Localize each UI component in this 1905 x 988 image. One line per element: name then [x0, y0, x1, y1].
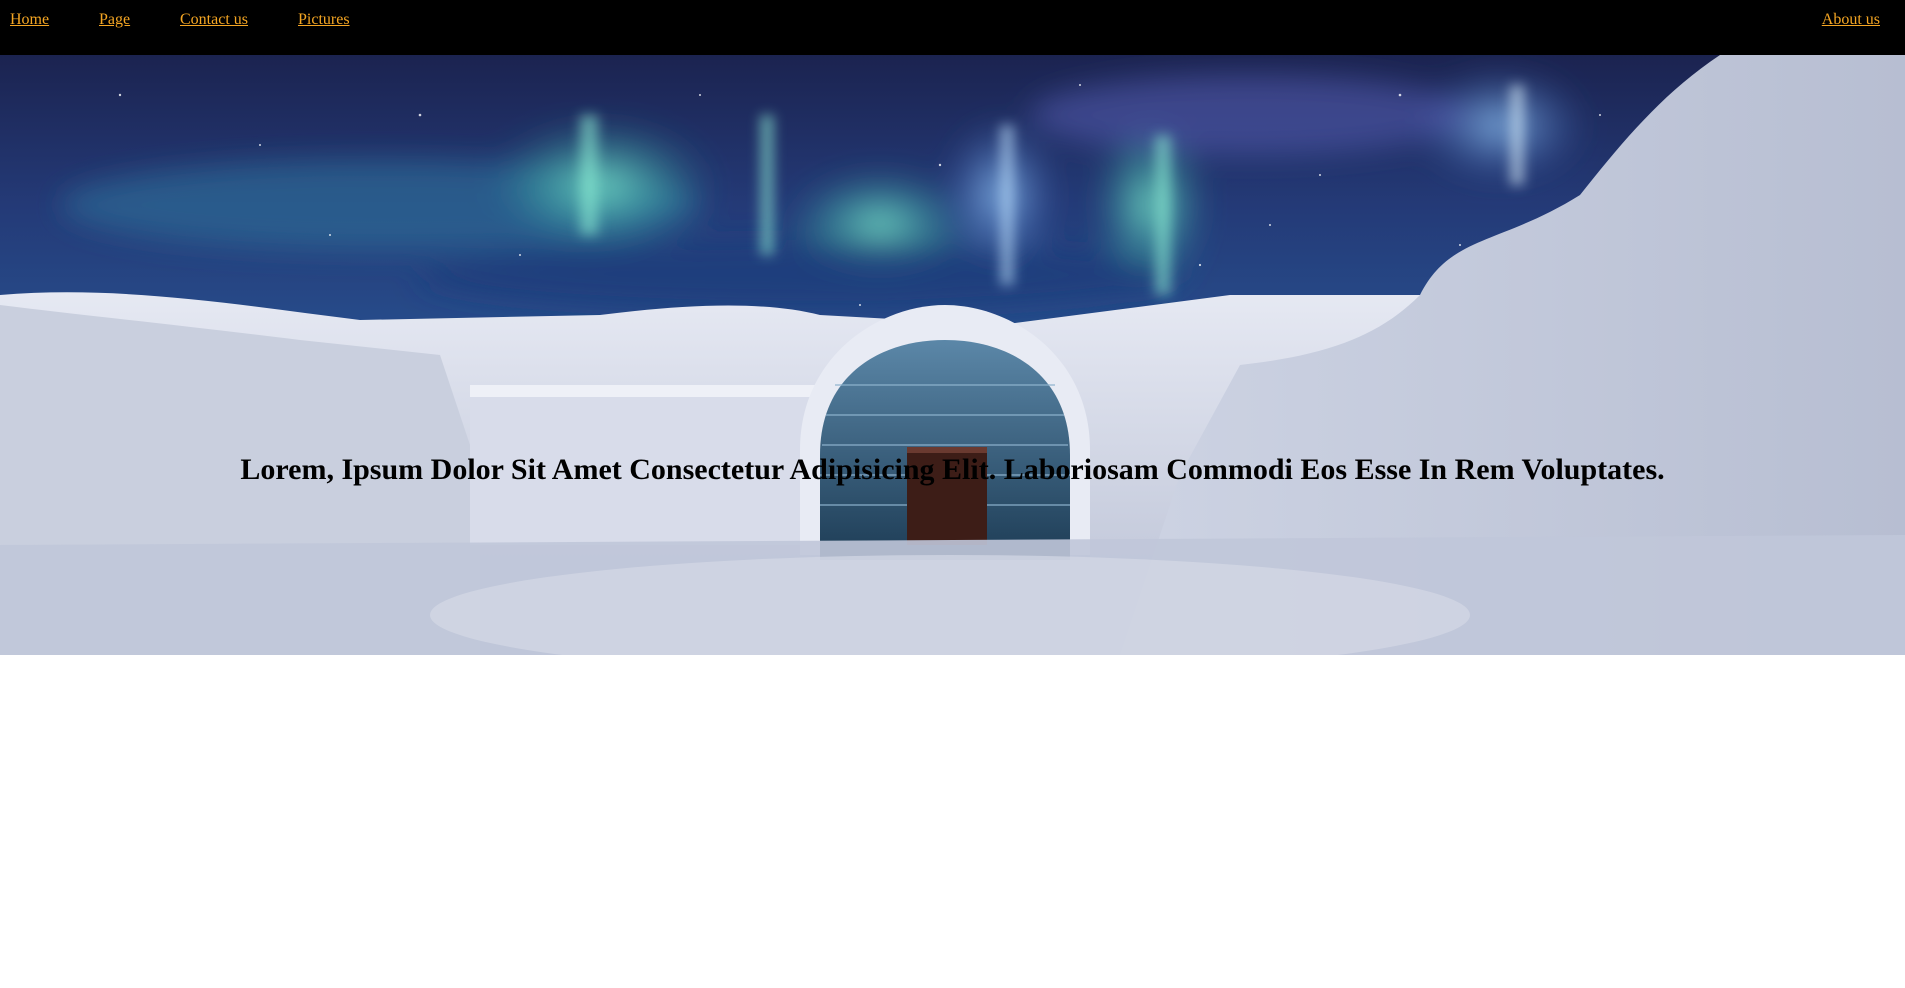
hero-background-image — [0, 55, 1905, 655]
nav-link-about-us[interactable]: About us — [1822, 11, 1880, 29]
nav-link-page[interactable]: Page — [99, 11, 130, 29]
top-navbar: Home Page Contact us Pictures About us — [0, 0, 1905, 55]
hero-heading: Lorem, Ipsum Dolor Sit Amet Consectetur … — [240, 453, 1665, 486]
nav-link-contact-us[interactable]: Contact us — [180, 11, 248, 29]
hero-banner: Lorem, Ipsum Dolor Sit Amet Consectetur … — [0, 55, 1905, 655]
nav-link-pictures[interactable]: Pictures — [298, 11, 350, 29]
nav-link-home[interactable]: Home — [10, 11, 49, 29]
